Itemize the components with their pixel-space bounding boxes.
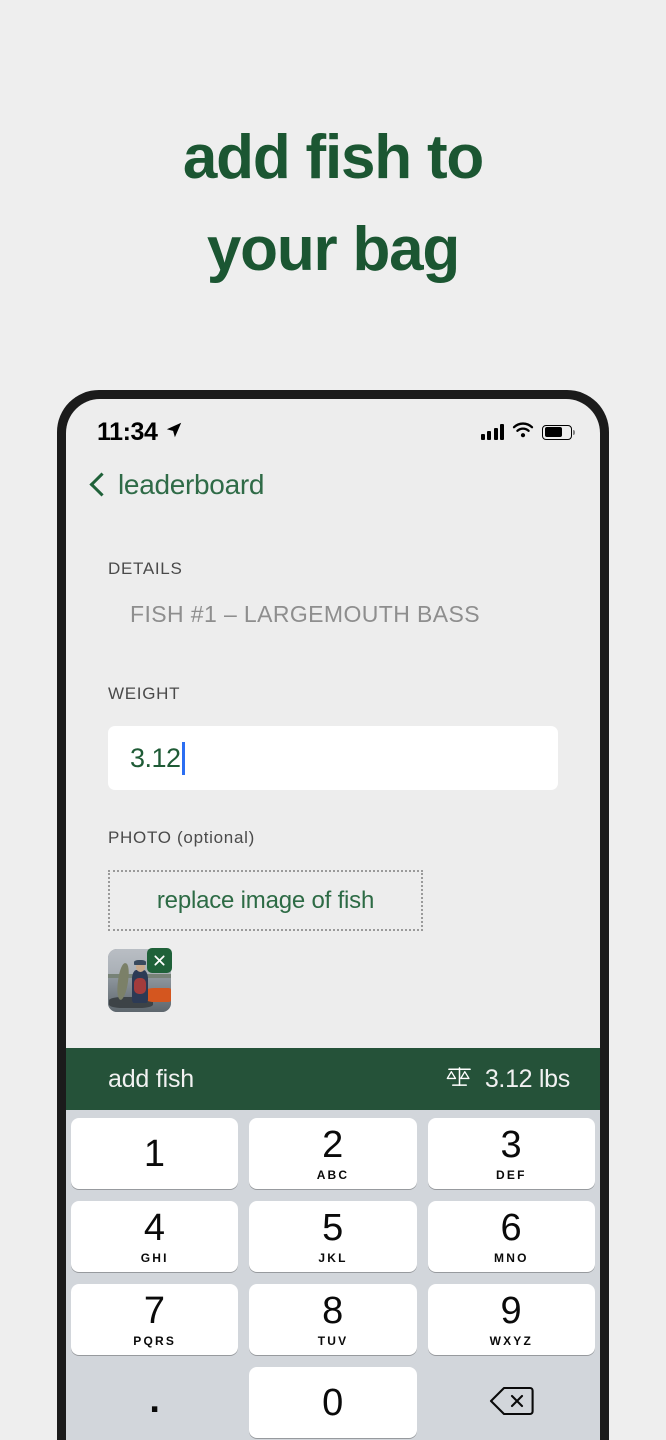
key-5[interactable]: 5 JKL [249, 1201, 417, 1272]
weight-input[interactable]: 3.12 [108, 726, 558, 790]
add-fish-action-bar[interactable]: add fish 3.12 lbs [66, 1048, 600, 1110]
keypad-row: 1 2 ABC 3 DEF [71, 1118, 595, 1189]
key-letters: WXYZ [489, 1334, 534, 1349]
key-digit: 6 [500, 1206, 523, 1249]
promo-headline-line-2: your bag [206, 214, 460, 284]
key-0[interactable]: 0 [249, 1367, 417, 1438]
key-digit: 3 [500, 1123, 523, 1166]
keypad-row: 4 GHI 5 JKL 6 MNO [71, 1201, 595, 1272]
key-letters: PQRS [133, 1334, 177, 1349]
fish-photo-thumbnail-wrap [108, 948, 172, 1012]
status-bar-right [480, 422, 576, 443]
key-decimal-label: . [149, 1379, 160, 1422]
weight-field-label: WEIGHT [108, 684, 181, 703]
key-2[interactable]: 2 ABC [249, 1118, 417, 1189]
key-6[interactable]: 6 MNO [427, 1201, 595, 1272]
remove-photo-button[interactable] [147, 948, 172, 973]
key-digit: 9 [500, 1289, 523, 1332]
weight-readout-value: 3.12 lbs [484, 1064, 570, 1093]
location-arrow-icon [165, 421, 183, 444]
key-digit: 5 [322, 1206, 344, 1249]
key-digit: 2 [322, 1123, 344, 1166]
keypad-row: 7 PQRS 8 TUV 9 WXYZ [71, 1284, 595, 1355]
key-letters: GHI [140, 1251, 169, 1266]
wifi-icon [512, 422, 534, 443]
photo-field-label: PHOTO (optional) [108, 828, 255, 847]
key-letters: JKL [318, 1251, 348, 1266]
key-letters: MNO [494, 1251, 529, 1266]
key-letters: ABC [316, 1168, 350, 1183]
add-fish-button-label: add fish [108, 1064, 194, 1093]
key-1[interactable]: 1 [71, 1118, 239, 1189]
key-9[interactable]: 9 WXYZ [427, 1284, 595, 1355]
key-8[interactable]: 8 TUV [249, 1284, 417, 1355]
key-decimal[interactable]: . [71, 1367, 238, 1438]
key-4[interactable]: 4 GHI [71, 1201, 239, 1272]
phone-device-frame: 11:34 leaderboard DETAILS FISH #1 – LARG… [57, 390, 609, 1440]
key-digit: 7 [143, 1289, 166, 1332]
backspace-delete-icon [488, 1385, 534, 1422]
status-bar: 11:34 [66, 399, 600, 455]
replace-image-button[interactable]: replace image of fish [108, 870, 423, 931]
fish-identity-value: FISH #1 – LARGEMOUTH BASS [130, 601, 480, 627]
key-letters: TUV [317, 1334, 349, 1349]
promo-headline: add fish to your bag [0, 112, 666, 296]
back-button-label: leaderboard [118, 469, 265, 500]
battery-icon [542, 424, 576, 440]
promo-headline-line-1: add fish to [182, 123, 484, 192]
keypad-row: . 0 [71, 1367, 595, 1438]
weight-readout-group: 3.12 lbs [446, 1064, 570, 1094]
weight-input-value: 3.12 [130, 742, 181, 773]
cellular-signal-icon [480, 424, 504, 440]
key-backspace[interactable] [428, 1367, 595, 1438]
key-digit: 1 [143, 1133, 166, 1176]
key-letters: DEF [496, 1168, 527, 1183]
key-digit: 0 [322, 1382, 344, 1425]
details-section-label: DETAILS [108, 559, 183, 578]
text-caret [181, 741, 185, 775]
fish-entry-form: DETAILS FISH #1 – LARGEMOUTH BASS WEIGHT… [66, 515, 600, 1048]
phone-screen: 11:34 leaderboard DETAILS FISH #1 – LARG… [66, 399, 600, 1440]
key-digit: 4 [143, 1206, 166, 1249]
back-to-leaderboard-button[interactable]: leaderboard [66, 455, 600, 515]
key-digit: 8 [322, 1289, 344, 1332]
replace-image-button-label: replace image of fish [156, 886, 375, 914]
status-bar-clock: 11:34 [97, 417, 158, 446]
chevron-left-icon [90, 472, 106, 498]
balance-scale-icon [446, 1064, 473, 1094]
close-x-icon [154, 955, 165, 966]
status-bar-left: 11:34 [97, 418, 183, 447]
key-3[interactable]: 3 DEF [427, 1118, 595, 1189]
numeric-keypad: 1 2 ABC 3 DEF 4 GHI 5 JKL 6 MNO 7 PQRS 8… [66, 1110, 600, 1440]
key-7[interactable]: 7 PQRS [71, 1284, 239, 1355]
